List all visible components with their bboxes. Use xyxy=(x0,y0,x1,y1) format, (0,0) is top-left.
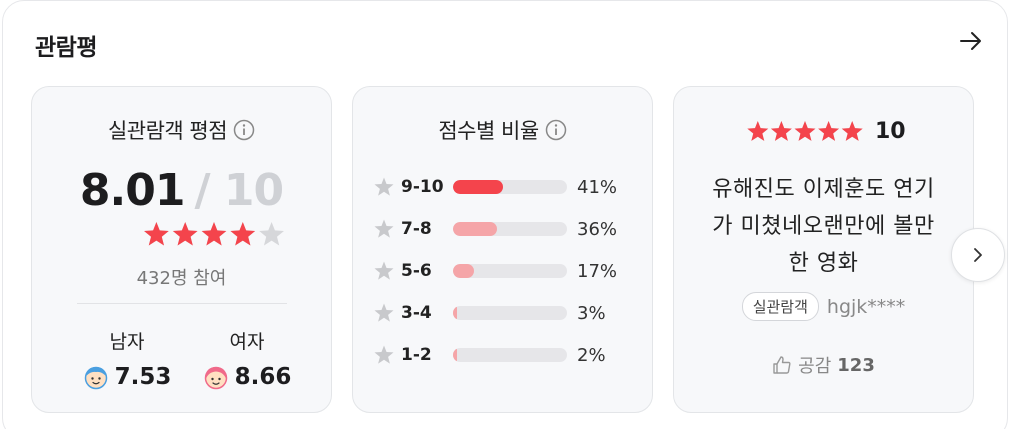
review-text-line: 가 미쳤네오랜만에 볼만 xyxy=(712,214,935,239)
distribution-bar xyxy=(453,180,567,194)
chevron-right-icon xyxy=(974,248,982,262)
distribution-bar-fill xyxy=(453,306,457,320)
review-stars xyxy=(747,121,863,141)
star-icon xyxy=(770,121,792,141)
distribution-label: 5-6 xyxy=(401,261,432,281)
distribution-percent: 41% xyxy=(577,176,618,198)
distribution-bar xyxy=(453,264,567,278)
distribution-label: 9-10 xyxy=(401,177,444,197)
star-icon xyxy=(818,121,840,141)
distribution-label: 1-2 xyxy=(401,345,432,365)
distribution-row: 3-4 3% xyxy=(373,301,643,325)
review-score: 10 xyxy=(875,119,906,144)
star-icon xyxy=(144,222,169,246)
female-face-icon xyxy=(204,366,227,390)
star-icon xyxy=(374,261,394,280)
info-icon[interactable] xyxy=(545,119,567,141)
distribution-row: 7-8 36% xyxy=(373,217,643,241)
average-stars xyxy=(144,222,284,246)
like-count: 123 xyxy=(837,354,875,376)
distribution-label: 3-4 xyxy=(401,303,432,323)
like-button[interactable]: 공감 123 xyxy=(674,352,973,378)
star-icon xyxy=(172,222,198,246)
distribution-card-header: 점수별 비율 xyxy=(353,115,652,145)
distribution-row: 9-10 41% xyxy=(373,175,643,199)
female-label: 여자 xyxy=(229,331,265,353)
score-value: 8.01 xyxy=(79,165,186,216)
star-icon xyxy=(794,121,816,141)
reviewer-badge: 실관람객 xyxy=(741,292,819,321)
distribution-percent: 2% xyxy=(577,344,606,366)
distribution-bar xyxy=(453,222,567,236)
male-rating: 남자 7.53 xyxy=(72,327,182,390)
distribution-card-title: 점수별 비율 xyxy=(438,119,539,143)
female-rating: 여자 8.66 xyxy=(192,327,302,390)
review-text-line: 유해진도 이제훈도 연기 xyxy=(712,177,935,202)
distribution-bar-fill xyxy=(453,264,474,278)
distribution-bar xyxy=(453,306,567,320)
rating-card-header: 실관람객 평점 xyxy=(32,115,331,145)
review-meta: 실관람객 hgjk**** xyxy=(674,292,973,321)
distribution-label: 7-8 xyxy=(401,219,432,239)
distribution-percent: 3% xyxy=(577,302,606,324)
average-score: 8.01/ 10 xyxy=(32,169,331,213)
next-review-button[interactable] xyxy=(951,228,1005,282)
male-label: 남자 xyxy=(109,331,145,353)
distribution-percent: 17% xyxy=(577,260,618,282)
female-score: 8.66 xyxy=(234,364,292,390)
distribution-bar-fill xyxy=(453,348,457,362)
info-icon[interactable] xyxy=(233,119,255,141)
like-label: 공감 xyxy=(798,356,832,377)
star-icon xyxy=(374,219,394,238)
star-icon xyxy=(374,177,394,196)
review-text-line: 한 영화 xyxy=(788,251,859,276)
male-score: 7.53 xyxy=(114,364,172,390)
distribution-percent: 36% xyxy=(577,218,618,240)
male-face-icon xyxy=(84,366,107,390)
participant-count: 432명 참여 xyxy=(136,268,227,289)
section-title: 관람평 xyxy=(35,35,97,61)
thumbs-up-icon xyxy=(773,356,791,374)
distribution-bar xyxy=(453,348,567,362)
score-max: / 10 xyxy=(194,165,284,216)
distribution-row: 1-2 2% xyxy=(373,343,643,367)
distribution-bar-fill xyxy=(453,180,504,194)
star-icon xyxy=(374,345,394,364)
star-icon xyxy=(841,121,863,141)
review-card[interactable]: 10 유해진도 이제훈도 연기 가 미쳤네오랜만에 볼만 한 영화 실관람객 h… xyxy=(673,86,974,413)
star-icon xyxy=(230,222,256,246)
distribution-row: 5-6 17% xyxy=(373,259,643,283)
arrow-right-icon[interactable] xyxy=(958,28,984,54)
rating-card-title: 실관람객 평점 xyxy=(107,119,228,143)
distribution-bar-fill xyxy=(453,222,498,236)
review-text: 유해진도 이제훈도 연기 가 미쳤네오랜만에 볼만 한 영화 xyxy=(694,171,953,282)
star-icon-empty xyxy=(259,222,284,246)
star-icon xyxy=(201,222,227,246)
rating-card: 실관람객 평점 8.01/ 10 432명 참여 남자 7.53 여자 8.66 xyxy=(31,86,332,413)
divider xyxy=(77,303,287,304)
distribution-card: 점수별 비율 9-10 41% 7-8 36% 5-6 17% 3-4 3% 1-2 2% xyxy=(352,86,653,413)
star-icon xyxy=(747,121,769,141)
review-author: hgjk**** xyxy=(826,295,906,318)
star-icon xyxy=(374,303,394,322)
